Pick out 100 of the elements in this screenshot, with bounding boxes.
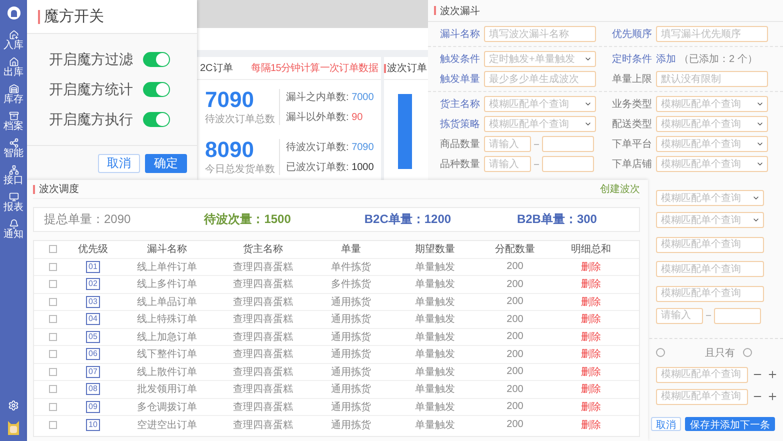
delete-link[interactable]: 删除 — [556, 330, 626, 344]
table-cell-text: 单量触发 — [414, 366, 456, 379]
plus-button[interactable] — [767, 369, 778, 380]
create-link[interactable]: 创建波次 — [600, 182, 640, 196]
table-cell-text: 200 — [506, 314, 524, 325]
select-field[interactable]: 模糊匹配单个查询 — [484, 116, 596, 132]
input-field[interactable] — [714, 308, 761, 324]
checkbox[interactable] — [49, 262, 57, 271]
toggle-switch[interactable] — [143, 112, 170, 127]
sidebar-item[interactable]: 接口 — [4, 175, 24, 186]
toggle-switch[interactable] — [143, 82, 170, 97]
checkbox[interactable] — [49, 350, 57, 358]
checkbox[interactable] — [49, 280, 57, 288]
cancel-button[interactable]: 取消 — [651, 416, 681, 430]
sidebar-item[interactable]: 智能 — [4, 148, 24, 159]
select-field[interactable]: 模糊匹配单个查询 — [484, 96, 596, 112]
input-field[interactable]: 请输入 — [484, 156, 531, 172]
table-cell-text: 查理四喜蛋糕 — [232, 382, 294, 396]
plus-icon — [767, 369, 778, 380]
sidebar-item[interactable]: 报表 — [4, 202, 24, 213]
input-field[interactable]: 请输入 — [484, 136, 531, 152]
checkbox[interactable] — [49, 420, 57, 429]
table-cell-text: 线下整件订单 — [136, 348, 198, 362]
input-field[interactable]: 最少多少单生成波次 — [484, 71, 596, 87]
monitor-icon[interactable] — [8, 192, 18, 202]
select-field[interactable]: 模糊匹配单个查询 — [656, 116, 768, 132]
select-field[interactable]: 模糊匹配单个查询 — [656, 212, 764, 228]
input-field[interactable]: 模糊匹配单个查询 — [656, 286, 764, 302]
delete-link[interactable]: 删除 — [556, 312, 626, 326]
checkbox[interactable] — [49, 385, 57, 394]
field-label: 下单店铺 — [612, 158, 653, 171]
select-field[interactable]: 模糊匹配单个查询 — [656, 156, 768, 172]
table-cell-text: 通用拣货 — [330, 296, 372, 309]
checkbox[interactable] — [49, 298, 57, 306]
field-label: 定时条件 — [612, 52, 653, 66]
caret-icon — [756, 160, 764, 168]
input-field[interactable]: 默认没有限制 — [656, 71, 768, 87]
summary-stat: 提总单量：2090 — [44, 211, 132, 228]
checkbox[interactable] — [49, 402, 57, 411]
table-cell-text: 线上单品订单 — [136, 296, 198, 309]
input-field[interactable]: 模糊匹配单个查询 — [656, 388, 748, 404]
field-label: 漏斗名称 — [440, 28, 481, 41]
checkbox[interactable] — [49, 368, 57, 376]
toggle-switch[interactable] — [143, 52, 170, 67]
card-title: 波次订单 — [387, 62, 427, 75]
input-field[interactable] — [542, 136, 594, 152]
table-cell-text: 200 — [506, 348, 524, 360]
delete-link[interactable]: 删除 — [556, 382, 626, 396]
input-field[interactable]: 填写波次漏斗名称 — [484, 26, 596, 42]
bell-icon[interactable] — [8, 219, 18, 229]
checkbox[interactable] — [49, 315, 57, 324]
warehouse-icon[interactable] — [8, 84, 18, 94]
priority-badge: 06 — [86, 348, 100, 360]
checkbox[interactable] — [49, 332, 57, 341]
logo-icon[interactable] — [6, 6, 20, 20]
select-field[interactable]: 定时触发+单量触发 — [484, 51, 596, 67]
house-plus-icon[interactable] — [8, 30, 18, 40]
radio-button[interactable] — [656, 348, 665, 357]
select-field[interactable]: 模糊匹配单个查询 — [656, 136, 768, 152]
confirm-button[interactable]: 确定 — [145, 154, 187, 172]
input-field[interactable]: 模糊匹配单个查询 — [656, 261, 764, 277]
avatar-icon[interactable] — [7, 421, 20, 435]
network-icon[interactable] — [8, 165, 18, 175]
delete-link[interactable]: 删除 — [556, 294, 626, 309]
radio-button[interactable] — [743, 348, 752, 357]
sidebar-item[interactable]: 库存 — [4, 94, 24, 105]
sidebar-item[interactable]: 通知 — [4, 229, 24, 240]
delete-link[interactable]: 删除 — [556, 418, 626, 432]
caret-icon — [752, 194, 760, 202]
checkbox[interactable] — [49, 245, 57, 254]
add-link[interactable]: 添加 — [656, 52, 676, 66]
delete-link[interactable]: 删除 — [556, 364, 626, 379]
input-field[interactable]: 请输入 — [656, 308, 703, 324]
cancel-button[interactable]: 取消 — [98, 154, 140, 172]
input-field[interactable]: 模糊匹配单个查询 — [656, 236, 764, 252]
table-cell-text: 单量触发 — [414, 382, 456, 396]
field-label: 单量上限 — [612, 72, 653, 86]
sidebar-item[interactable]: 入库 — [4, 40, 24, 51]
select-field[interactable]: 模糊匹配单个查询 — [656, 96, 768, 112]
delete-link[interactable]: 删除 — [556, 400, 626, 414]
table-cell-text: 通用拣货 — [330, 382, 372, 396]
field-label: 拣货策略 — [440, 118, 481, 131]
delete-link[interactable]: 删除 — [556, 260, 626, 274]
delete-link[interactable]: 删除 — [556, 347, 626, 362]
column-header: 分配数量 — [494, 243, 536, 256]
share-icon[interactable] — [8, 138, 18, 148]
input-field[interactable]: 填写漏斗优先顺序 — [656, 26, 768, 42]
plus-button[interactable] — [767, 391, 778, 402]
input-field[interactable]: 模糊匹配单个查询 — [656, 366, 748, 382]
house-icon[interactable] — [8, 57, 18, 67]
delete-link[interactable]: 删除 — [556, 277, 626, 292]
sidebar-item[interactable]: 档案 — [4, 121, 24, 132]
save-button[interactable]: 保存并添加下一条 — [685, 416, 775, 430]
switch-label: 开启魔方执行 — [49, 110, 134, 128]
archive-icon[interactable] — [8, 111, 18, 121]
select-field[interactable]: 模糊匹配单个查询 — [656, 190, 764, 206]
settings-icon[interactable] — [8, 400, 19, 411]
priority-badge: 07 — [86, 366, 100, 378]
input-field[interactable] — [542, 156, 594, 172]
sidebar-item[interactable]: 出库 — [4, 67, 24, 78]
